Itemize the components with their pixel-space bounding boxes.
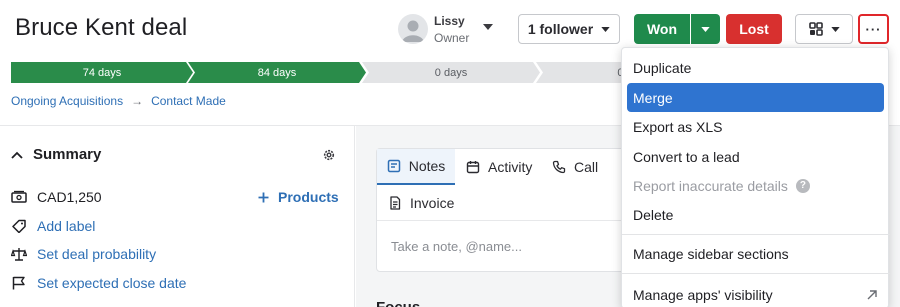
view-switcher-button[interactable]: [795, 14, 853, 44]
grid-icon: [808, 22, 823, 36]
tab-call-label: Call: [574, 159, 599, 175]
money-icon: [11, 190, 27, 203]
more-actions-button[interactable]: ···: [858, 14, 889, 44]
owner-selector[interactable]: Lissy Owner: [398, 12, 498, 46]
owner-role: Owner: [434, 31, 470, 45]
menu-item-report-inaccurate: Report inaccurate details ?: [622, 171, 890, 200]
lost-button[interactable]: Lost: [726, 14, 782, 44]
menu-item-convert-to-lead[interactable]: Convert to a lead: [622, 142, 890, 171]
tab-activity-label: Activity: [488, 159, 533, 175]
flag-icon: [12, 276, 25, 290]
focus-heading: Focus: [376, 299, 420, 307]
gear-icon[interactable]: [322, 148, 336, 162]
deal-probability-row[interactable]: Set deal probability: [11, 246, 156, 262]
menu-item-merge[interactable]: Merge: [627, 83, 884, 112]
stage-label: 84 days: [257, 66, 297, 79]
note-input[interactable]: Take a note, @name...: [391, 239, 522, 254]
menu-divider: [622, 273, 890, 274]
add-label-link[interactable]: Add label: [37, 218, 95, 234]
add-products-button[interactable]: Products: [258, 189, 339, 205]
chevron-down-icon: [701, 26, 710, 32]
chevron-down-icon: [601, 26, 610, 32]
tab-call[interactable]: Call: [552, 149, 598, 185]
deal-value: CAD1,250: [37, 189, 102, 205]
breadcrumb: Ongoing Acquisitions → Contact Made: [11, 94, 226, 108]
avatar: [398, 14, 428, 44]
close-date-row[interactable]: Set expected close date: [11, 275, 186, 291]
scale-icon: [11, 248, 27, 261]
tag-icon: [12, 219, 26, 233]
deal-title: Bruce Kent deal: [15, 14, 188, 41]
summary-toggle[interactable]: Summary: [11, 146, 101, 163]
menu-item-export-xls[interactable]: Export as XLS: [622, 112, 890, 141]
breadcrumb-stage-link[interactable]: Contact Made: [151, 94, 226, 108]
summary-heading: Summary: [33, 146, 102, 163]
report-inaccurate-label: Report inaccurate details: [633, 177, 788, 194]
pipeline-stage[interactable]: 0 days: [362, 62, 540, 83]
deal-value-row: CAD1,250: [11, 189, 102, 205]
external-link-icon: [867, 289, 877, 299]
menu-item-duplicate[interactable]: Duplicate: [622, 53, 890, 82]
tab-notes-label: Notes: [408, 158, 446, 174]
stage-label: 0 days: [434, 66, 468, 79]
menu-divider: [622, 234, 890, 235]
invoice-icon: [390, 196, 401, 210]
stage-label: 74 days: [82, 66, 122, 79]
chevron-down-icon: [483, 24, 493, 30]
tab-activity[interactable]: Activity: [466, 149, 532, 185]
menu-item-delete[interactable]: Delete: [622, 200, 890, 229]
help-icon[interactable]: ?: [795, 178, 810, 193]
pipeline-stage[interactable]: 84 days: [188, 62, 366, 83]
won-options-button[interactable]: [691, 14, 720, 44]
breadcrumb-pipeline-link[interactable]: Ongoing Acquisitions: [11, 94, 123, 108]
menu-item-manage-apps[interactable]: Manage apps' visibility: [622, 280, 890, 307]
follower-label: 1 follower: [527, 21, 594, 37]
tab-notes[interactable]: Notes: [377, 149, 455, 185]
won-button[interactable]: Won: [634, 14, 690, 44]
chevron-up-icon: [11, 151, 23, 159]
user-icon: [402, 20, 424, 42]
calendar-icon: [466, 161, 480, 174]
add-label-row[interactable]: Add label: [11, 218, 95, 234]
products-label: Products: [278, 189, 339, 205]
phone-icon: [552, 160, 566, 174]
chevron-down-icon: [830, 26, 840, 32]
note-icon: [387, 159, 400, 173]
deal-probability-link[interactable]: Set deal probability: [37, 246, 156, 262]
menu-item-manage-sidebar[interactable]: Manage sidebar sections: [622, 239, 890, 268]
tab-invoice-label: Invoice: [410, 195, 455, 211]
owner-name: Lissy: [434, 14, 465, 28]
breadcrumb-separator: →: [131, 94, 144, 108]
plus-icon: [258, 192, 269, 202]
tab-invoice[interactable]: Invoice: [388, 185, 454, 221]
more-actions-menu: Duplicate Merge Export as XLS Convert to…: [621, 47, 890, 307]
pipeline-stage[interactable]: 74 days: [11, 62, 193, 83]
follower-button[interactable]: 1 follower: [518, 14, 620, 44]
close-date-link[interactable]: Set expected close date: [37, 275, 186, 291]
manage-apps-label: Manage apps' visibility: [633, 286, 773, 303]
